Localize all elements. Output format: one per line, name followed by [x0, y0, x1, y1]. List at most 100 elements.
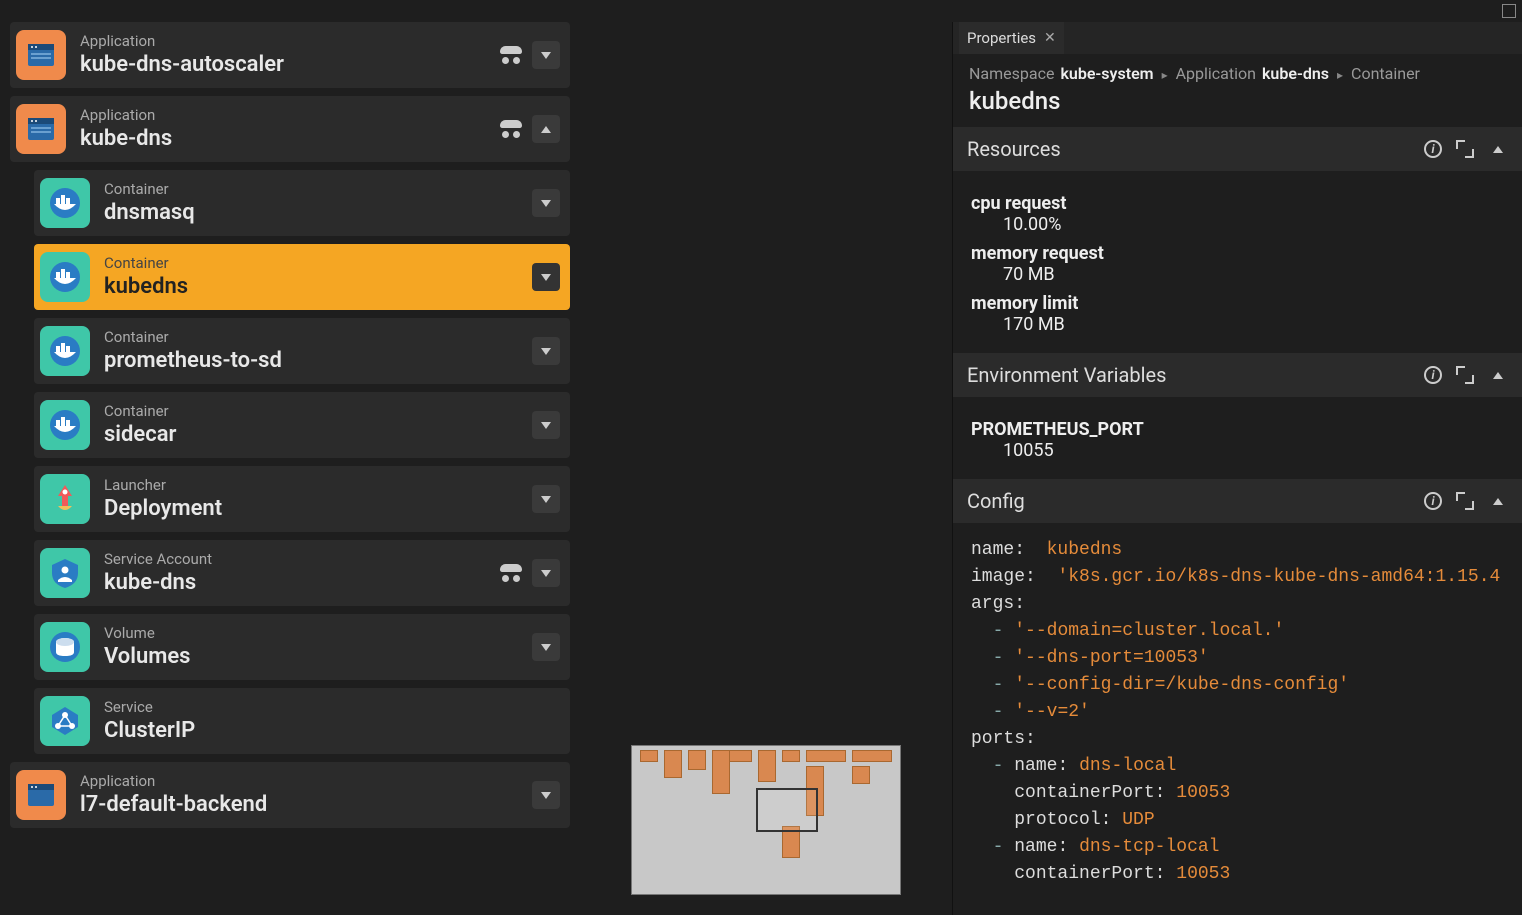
expand-button[interactable] [532, 559, 560, 587]
item-type: Container [104, 254, 532, 272]
item-name: Volumes [104, 644, 532, 670]
properties-panel: Properties ✕ Namespace kube-system Appli… [952, 22, 1522, 915]
expand-button[interactable] [532, 263, 560, 291]
breadcrumb-ns-label: Namespace [969, 64, 1054, 83]
chevron-down-icon [541, 52, 551, 59]
breadcrumb-app-label: Application [1176, 64, 1256, 83]
chevron-down-icon [541, 348, 551, 355]
breadcrumb-app-value[interactable]: kube-dns [1262, 64, 1329, 83]
memory-request-value: 70 MB [1003, 264, 1504, 285]
chevron-up-icon [541, 126, 551, 133]
chevron-down-icon [541, 496, 551, 503]
chevron-down-icon [541, 792, 551, 799]
volume-item-volumes[interactable]: Volume Volumes [34, 614, 570, 680]
section-title: Environment Variables [967, 363, 1166, 387]
item-type: Container [104, 180, 532, 198]
expand-button[interactable] [532, 411, 560, 439]
page-title: kubedns [953, 87, 1522, 127]
container-item-kubedns[interactable]: Container kubedns [34, 244, 570, 310]
incognito-icon[interactable] [500, 120, 522, 138]
item-name: Deployment [104, 496, 532, 522]
item-name: kube-dns [104, 570, 500, 596]
memory-request-label: memory request [971, 243, 1504, 264]
application-icon [16, 104, 66, 154]
item-type: Launcher [104, 476, 532, 494]
container-item-prometheus-to-sd[interactable]: Container prometheus-to-sd [34, 318, 570, 384]
application-icon [16, 30, 66, 80]
item-name: dnsmasq [104, 200, 532, 226]
expand-button[interactable] [532, 633, 560, 661]
item-type: Container [104, 402, 532, 420]
item-name: prometheus-to-sd [104, 348, 532, 374]
launcher-item-deployment[interactable]: Launcher Deployment [34, 466, 570, 532]
volume-icon [40, 622, 90, 672]
canvas-panel[interactable] [580, 22, 952, 915]
item-name: kubedns [104, 274, 532, 300]
properties-tabbar: Properties ✕ [953, 22, 1522, 54]
expand-button[interactable] [532, 485, 560, 513]
fullscreen-icon[interactable] [1456, 140, 1474, 158]
incognito-icon[interactable] [500, 46, 522, 64]
tab-properties[interactable]: Properties ✕ [959, 22, 1064, 54]
container-icon [40, 252, 90, 302]
app-item-kube-dns-autoscaler[interactable]: Application kube-dns-autoscaler [10, 22, 570, 88]
chevron-down-icon [541, 644, 551, 651]
item-type: Application [80, 772, 532, 790]
chevron-down-icon [541, 422, 551, 429]
section-header-resources[interactable]: Resources i [953, 127, 1522, 171]
container-icon [40, 400, 90, 450]
app-item-kube-dns[interactable]: Application kube-dns [10, 96, 570, 162]
fullscreen-icon[interactable] [1456, 366, 1474, 384]
item-name: kube-dns [80, 126, 500, 152]
app-item-l7-default-backend[interactable]: Application l7-default-backend [10, 762, 570, 828]
container-item-dnsmasq[interactable]: Container dnsmasq [34, 170, 570, 236]
chevron-right-icon [1335, 64, 1345, 83]
expand-button[interactable] [532, 337, 560, 365]
minimap[interactable] [631, 745, 901, 895]
memory-limit-label: memory limit [971, 293, 1504, 314]
expand-button[interactable] [532, 781, 560, 809]
collapse-button[interactable] [532, 115, 560, 143]
breadcrumb-ns-value[interactable]: kube-system [1060, 64, 1153, 83]
item-name: l7-default-backend [80, 792, 532, 818]
maximize-icon[interactable] [1502, 4, 1516, 18]
section-title: Resources [967, 137, 1061, 161]
section-header-env[interactable]: Environment Variables i [953, 353, 1522, 397]
incognito-icon[interactable] [500, 564, 522, 582]
application-icon [16, 770, 66, 820]
container-item-sidecar[interactable]: Container sidecar [34, 392, 570, 458]
expand-button[interactable] [532, 189, 560, 217]
service-item-clusterip[interactable]: Service ClusterIP [34, 688, 570, 754]
container-icon [40, 178, 90, 228]
chevron-up-icon[interactable] [1488, 365, 1508, 385]
section-header-config[interactable]: Config i [953, 479, 1522, 523]
env-var-value: 10055 [1003, 440, 1504, 461]
section-body-env: PROMETHEUS_PORT 10055 [953, 397, 1522, 479]
info-icon[interactable]: i [1424, 366, 1442, 384]
item-name: sidecar [104, 422, 532, 448]
item-type: Service [104, 698, 560, 716]
item-type: Application [80, 106, 500, 124]
item-name: kube-dns-autoscaler [80, 52, 500, 78]
item-type: Service Account [104, 550, 500, 568]
chevron-up-icon[interactable] [1488, 491, 1508, 511]
cpu-request-label: cpu request [971, 193, 1504, 214]
section-body-resources: cpu request 10.00% memory request 70 MB … [953, 171, 1522, 353]
close-icon[interactable]: ✕ [1044, 30, 1056, 46]
container-icon [40, 326, 90, 376]
item-type: Container [104, 328, 532, 346]
service-account-item-kube-dns[interactable]: Service Account kube-dns [34, 540, 570, 606]
breadcrumb: Namespace kube-system Application kube-d… [953, 54, 1522, 87]
launcher-icon [40, 474, 90, 524]
info-icon[interactable]: i [1424, 492, 1442, 510]
chevron-up-icon[interactable] [1488, 139, 1508, 159]
breadcrumb-cont-label: Container [1351, 64, 1420, 83]
service-account-icon [40, 548, 90, 598]
expand-button[interactable] [532, 41, 560, 69]
info-icon[interactable]: i [1424, 140, 1442, 158]
item-type: Application [80, 32, 500, 50]
fullscreen-icon[interactable] [1456, 492, 1474, 510]
memory-limit-value: 170 MB [1003, 314, 1504, 335]
tab-label: Properties [967, 29, 1036, 47]
chevron-down-icon [541, 274, 551, 281]
